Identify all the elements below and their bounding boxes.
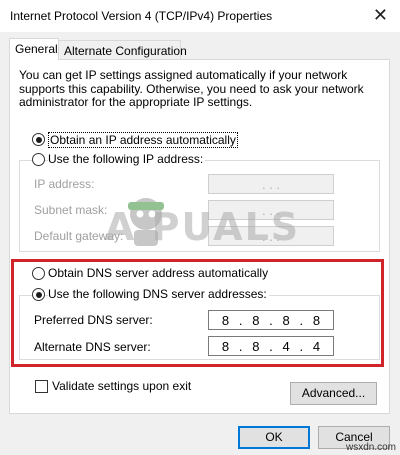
mascot-watermark-icon: [128, 198, 164, 246]
use-following-ip-label[interactable]: Use the following IP address:: [48, 152, 206, 166]
default-gateway-label: Default gateway:: [34, 229, 124, 243]
tab-general[interactable]: General: [9, 38, 59, 60]
obtain-ip-auto-label[interactable]: Obtain an IP address automatically: [48, 132, 238, 148]
validate-label[interactable]: Validate settings upon exit: [52, 379, 191, 393]
subnet-mask-input: . . .: [208, 200, 334, 220]
obtain-ip-auto-radio[interactable]: [32, 133, 45, 146]
use-following-ip-radio[interactable]: [32, 153, 45, 166]
ip-address-label: IP address:: [34, 177, 95, 191]
ok-button[interactable]: OK: [238, 426, 310, 449]
close-icon[interactable]: ✕: [373, 5, 388, 25]
tab-alternate-configuration[interactable]: Alternate Configuration: [59, 40, 187, 60]
window-title: Internet Protocol Version 4 (TCP/IPv4) P…: [10, 9, 273, 23]
advanced-button[interactable]: Advanced...: [290, 382, 377, 405]
dns-highlight-frame: [11, 259, 384, 367]
description-text: You can get IP settings assigned automat…: [19, 68, 364, 109]
title-bar: Internet Protocol Version 4 (TCP/IPv4) P…: [0, 0, 400, 32]
site-watermark: wsxdn.com: [345, 442, 396, 453]
subnet-mask-label: Subnet mask:: [34, 203, 108, 217]
default-gateway-input: . . .: [208, 226, 334, 246]
ip-address-input: . . .: [208, 174, 334, 194]
validate-checkbox[interactable]: [35, 380, 48, 393]
